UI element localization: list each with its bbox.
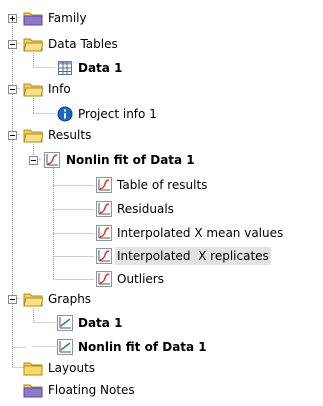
family-folder-icon bbox=[23, 12, 43, 26]
graph-icon bbox=[96, 271, 112, 287]
floating-notes-icon bbox=[23, 384, 43, 398]
graph-icon bbox=[96, 248, 112, 264]
tree-item-label: Data Tables bbox=[48, 37, 118, 51]
graph-icon bbox=[96, 177, 112, 193]
tree-item-label: Info bbox=[48, 82, 71, 96]
graph-icon bbox=[44, 152, 60, 168]
tree-item-label: Graphs bbox=[48, 292, 92, 306]
tree-item-label: Interpolated X replicates bbox=[115, 247, 271, 265]
folder-icon bbox=[23, 293, 43, 307]
collapse-icon[interactable] bbox=[8, 40, 17, 49]
tree-item-graphs[interactable]: Graphs bbox=[0, 287, 323, 311]
graph-icon bbox=[96, 201, 112, 217]
folder-icon bbox=[23, 129, 43, 143]
data-table-icon bbox=[58, 61, 72, 75]
navigator-tree: Family Data Tables Data 1 Info Project i… bbox=[0, 0, 323, 406]
tree-item-interpolated-x-mean-values[interactable]: Interpolated X mean values bbox=[0, 221, 323, 245]
graph-icon bbox=[57, 315, 73, 331]
collapse-icon[interactable] bbox=[8, 295, 17, 304]
tree-item-results[interactable]: Results bbox=[0, 123, 323, 147]
tree-item-label: Outliers bbox=[117, 272, 164, 286]
tree-item-label: Floating Notes bbox=[48, 383, 135, 397]
folder-icon bbox=[23, 362, 43, 376]
tree-item-family[interactable]: Family bbox=[0, 6, 323, 30]
tree-item-label: Residuals bbox=[117, 202, 174, 216]
tree-item-label: Interpolated X mean values bbox=[117, 226, 284, 240]
folder-icon bbox=[23, 83, 43, 97]
tree-item-label: Family bbox=[48, 11, 87, 25]
tree-item-label: Data 1 bbox=[78, 316, 123, 330]
tree-item-label: Project info 1 bbox=[78, 107, 157, 121]
tree-item-table-of-results[interactable]: Table of results bbox=[0, 173, 323, 197]
tree-item-label: Nonlin fit of Data 1 bbox=[66, 153, 195, 167]
tree-item-interpolated-x-replicates[interactable]: Interpolated X replicates bbox=[0, 244, 323, 268]
collapse-icon[interactable] bbox=[8, 131, 17, 140]
graph-icon bbox=[96, 225, 112, 241]
tree-item-graph-data-1[interactable]: Data 1 bbox=[0, 311, 323, 335]
collapse-icon[interactable] bbox=[29, 156, 38, 165]
folder-icon bbox=[23, 38, 43, 52]
tree-item-layouts[interactable]: Layouts bbox=[0, 356, 323, 380]
info-icon bbox=[57, 106, 73, 122]
expand-icon[interactable] bbox=[8, 14, 17, 23]
tree-item-label: Data 1 bbox=[78, 61, 123, 75]
tree-item-info[interactable]: Info bbox=[0, 77, 323, 101]
tree-item-label: Layouts bbox=[48, 361, 96, 375]
tree-item-floating-notes[interactable]: Floating Notes bbox=[0, 378, 323, 402]
graph-icon bbox=[57, 339, 73, 355]
tree-item-label: Table of results bbox=[117, 178, 208, 192]
tree-item-residuals[interactable]: Residuals bbox=[0, 197, 323, 221]
tree-item-nonlin-fit-results[interactable]: Nonlin fit of Data 1 bbox=[0, 148, 323, 172]
tree-item-label: Nonlin fit of Data 1 bbox=[78, 340, 207, 354]
tree-item-data-tables[interactable]: Data Tables bbox=[0, 32, 323, 56]
collapse-icon[interactable] bbox=[8, 85, 17, 94]
tree-item-label: Results bbox=[48, 128, 92, 142]
